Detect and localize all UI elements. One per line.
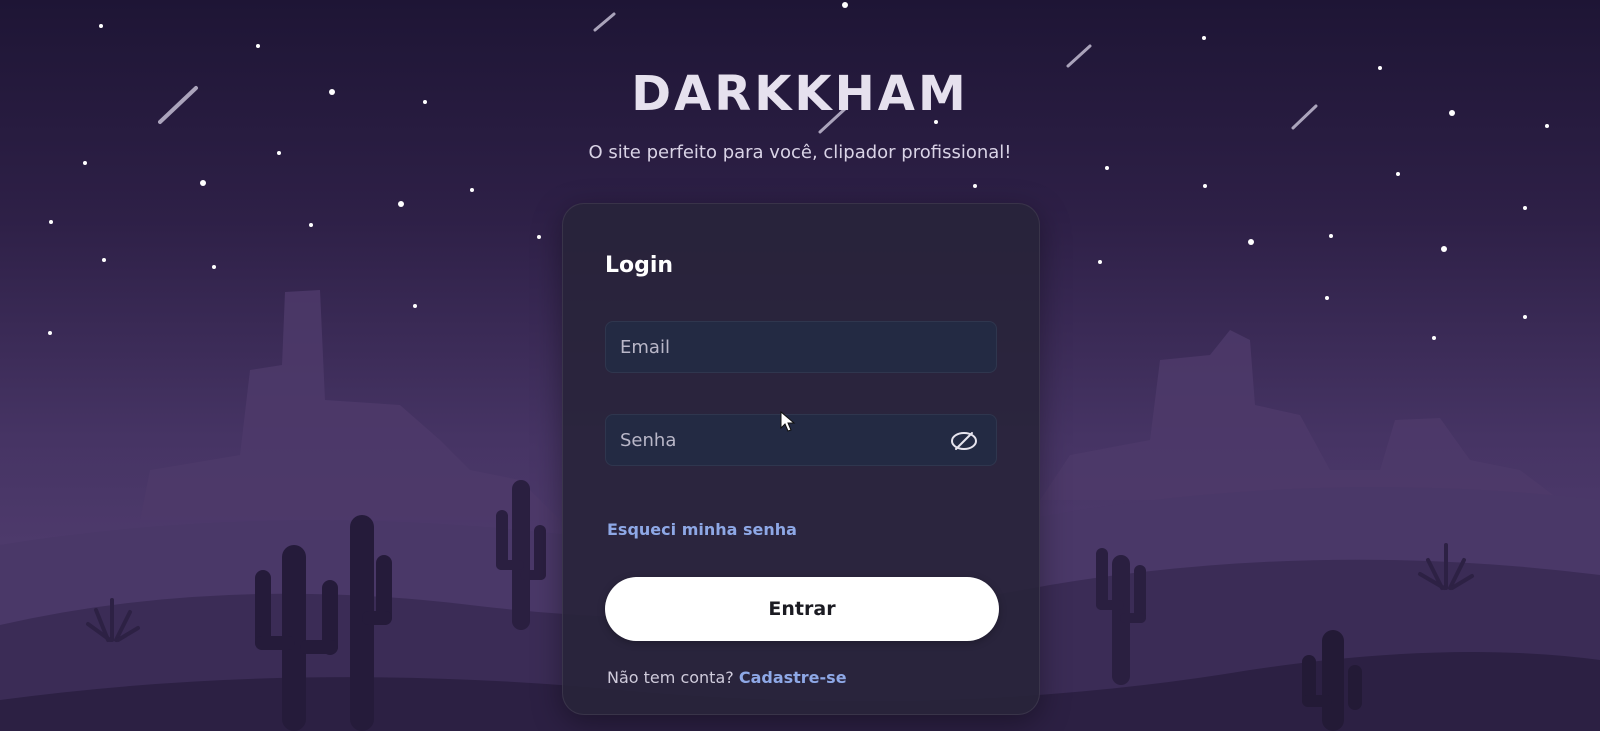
login-submit-button[interactable]: Entrar [605,577,999,641]
distant-mesa-left [140,290,560,520]
brand-title: DARKKHAM [631,66,969,122]
password-field[interactable] [606,415,996,465]
mouse-cursor-icon [780,411,796,432]
login-page: DARKKHAM O site perfeito para você, clip… [0,0,1600,731]
signup-row: Não tem conta? Cadastre-se [607,668,847,687]
signup-prompt: Não tem conta? [607,668,734,687]
login-title: Login [605,253,674,278]
forgot-password-link[interactable]: Esqueci minha senha [607,520,797,539]
login-card: Login Esqueci minha senha Entrar Não tem… [562,203,1040,715]
eye-off-icon[interactable] [950,429,978,453]
password-field-wrapper [605,414,997,466]
brand-tagline: O site perfeito para você, clipador prof… [588,142,1012,163]
distant-mesa-right [1040,330,1560,500]
signup-link[interactable]: Cadastre-se [739,668,847,687]
email-field[interactable] [606,322,996,372]
email-field-wrapper [605,321,997,373]
